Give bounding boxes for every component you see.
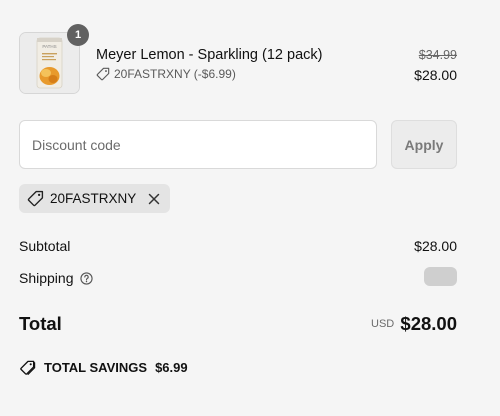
shipping-label: Shipping — [19, 270, 74, 286]
savings-value: $6.99 — [155, 360, 188, 375]
discount-code-input[interactable] — [19, 120, 377, 169]
line-item: PATHS 1 Meyer Lemon - Sparkling (12 pack… — [19, 24, 457, 96]
apply-button[interactable]: Apply — [391, 120, 457, 169]
help-circle-icon[interactable] — [79, 271, 93, 285]
original-price: $34.99 — [418, 48, 457, 62]
tag-icon — [27, 190, 44, 207]
svg-text:PATHS: PATHS — [42, 44, 56, 49]
close-icon[interactable] — [148, 193, 160, 205]
item-discount-text: 20FASTRXNY (-$6.99) — [114, 67, 236, 81]
item-discount: 20FASTRXNY (-$6.99) — [96, 67, 236, 81]
tag-icon — [96, 67, 110, 81]
subtotal-value: $28.00 — [414, 238, 457, 254]
subtotal-label: Subtotal — [19, 238, 71, 254]
tags-icon — [19, 359, 36, 376]
total-value: $28.00 — [400, 313, 457, 334]
applied-discount-chip: 20FASTRXNY — [19, 184, 171, 213]
currency-code: USD — [371, 318, 395, 330]
savings-label: TOTAL SAVINGS — [44, 360, 148, 375]
product-title: Meyer Lemon - Sparkling (12 pack) — [96, 47, 323, 63]
final-price: $28.00 — [414, 67, 457, 83]
applied-code-text: 20FASTRXNY — [50, 191, 137, 206]
shipping-row: Shipping — [19, 270, 93, 286]
total-label: Total — [19, 313, 62, 334]
quantity-badge: 1 — [67, 24, 89, 46]
total-savings: TOTAL SAVINGS $6.99 — [19, 359, 188, 376]
shipping-value-placeholder — [424, 267, 457, 286]
